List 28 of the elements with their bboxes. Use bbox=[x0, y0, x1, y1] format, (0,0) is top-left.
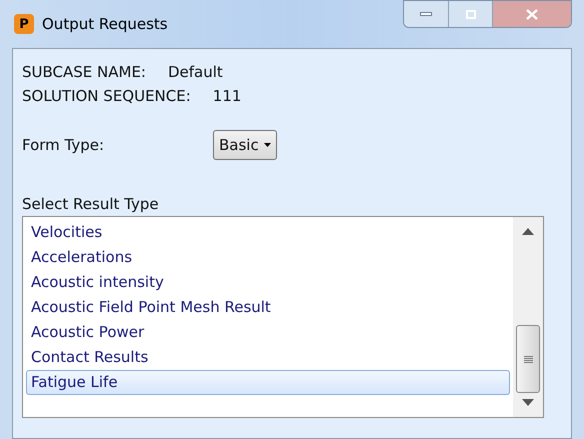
form-type-label: Form Type: bbox=[22, 134, 106, 156]
caret-icon bbox=[264, 143, 271, 147]
list-item[interactable]: Contact Results bbox=[26, 345, 510, 370]
list-item[interactable]: Fatigue Life bbox=[26, 370, 510, 395]
maximize-icon bbox=[466, 10, 476, 18]
list-item[interactable]: Acoustic Field Point Mesh Result bbox=[26, 295, 510, 320]
result-type-label: Select Result Type bbox=[22, 194, 160, 214]
scroll-down-icon bbox=[522, 399, 534, 406]
minimize-icon bbox=[420, 12, 432, 16]
solution-label: SOLUTION SEQUENCE: bbox=[22, 86, 191, 107]
list-item[interactable]: Acoustic intensity bbox=[26, 270, 510, 295]
minimize-button[interactable] bbox=[404, 1, 449, 27]
scroll-up-icon bbox=[522, 228, 534, 235]
scroll-thumb[interactable] bbox=[516, 325, 540, 393]
close-button[interactable] bbox=[493, 1, 571, 27]
list-item[interactable]: Accelerations bbox=[26, 245, 510, 270]
subcase-label: SUBCASE NAME: bbox=[22, 62, 146, 83]
window-title: Output Requests bbox=[42, 14, 168, 35]
solution-value: 111 bbox=[212, 86, 242, 107]
maximize-button[interactable] bbox=[449, 1, 493, 27]
scrollbar[interactable] bbox=[513, 217, 543, 417]
form-type-dropdown[interactable]: Basic bbox=[213, 130, 277, 160]
app-logo: P bbox=[14, 14, 34, 34]
subcase-value: Default bbox=[168, 62, 223, 83]
close-icon bbox=[526, 8, 538, 20]
list-item[interactable]: Velocities bbox=[26, 220, 510, 245]
grip-icon bbox=[524, 356, 532, 362]
list-item[interactable]: Acoustic Power bbox=[26, 320, 510, 345]
